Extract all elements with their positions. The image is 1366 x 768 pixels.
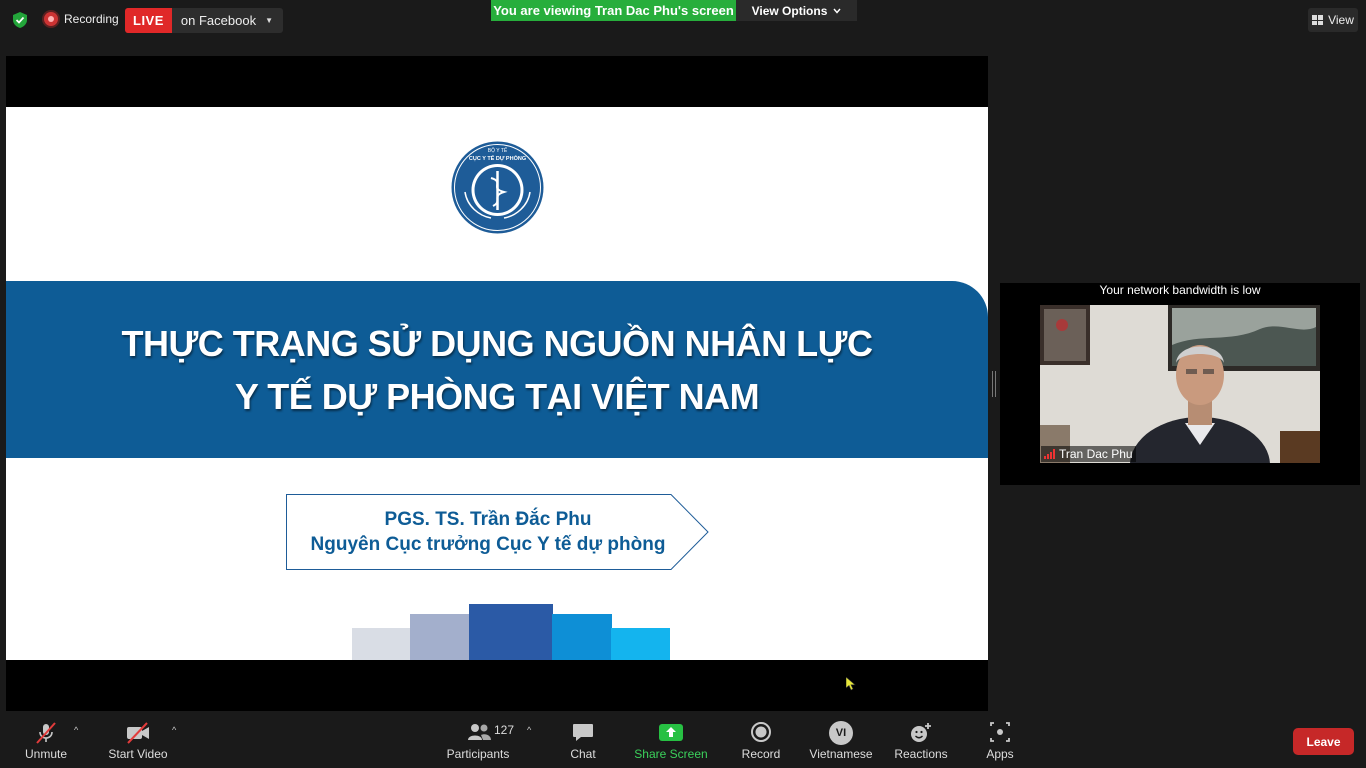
- language-label: Vietnamese: [809, 747, 873, 761]
- apps-label: Apps: [986, 747, 1014, 761]
- presenter-arrow-box: PGS. TS. Trần Đắc Phu Nguyên Cục trưởng …: [286, 494, 710, 570]
- leave-meeting-button[interactable]: Leave: [1293, 728, 1354, 755]
- presenter-title: Nguyên Cục trưởng Cục Y tế dự phòng: [310, 534, 666, 555]
- meeting-toolbar: Unmute ^ Start Video ^ 127 Participants …: [0, 711, 1366, 768]
- participants-icon: [468, 724, 491, 740]
- microphone-muted-icon: [36, 722, 56, 744]
- security-shield-icon[interactable]: [11, 11, 29, 29]
- slide-title-line-1: THỰC TRẠNG SỬ DỤNG NGUỒN NHÂN LỰC: [121, 322, 873, 364]
- share-screen-arrow-icon: [659, 724, 683, 741]
- chat-label: Chat: [570, 747, 596, 761]
- language-code: VI: [835, 727, 847, 739]
- reactions-button[interactable]: Reactions: [892, 711, 950, 768]
- participant-video-panel: Your network bandwidth is low Tran Dac P…: [1000, 283, 1360, 485]
- presentation-slide: BỘ Y TẾ CỤC Y TẾ DỰ PHÒNG THỰC TRẠNG SỬ …: [6, 107, 988, 660]
- participant-video[interactable]: [1040, 305, 1320, 463]
- recording-dot-icon: [44, 12, 58, 26]
- signal-strength-icon: [1044, 449, 1055, 459]
- participants-caret-icon[interactable]: ^: [527, 725, 531, 735]
- record-icon: [751, 722, 771, 742]
- participant-name: Tran Dac Phu: [1059, 447, 1133, 461]
- view-options-label: View Options: [751, 3, 828, 18]
- live-badge: LIVE: [125, 8, 172, 33]
- slide-title-banner: THỰC TRẠNG SỬ DỤNG NGUỒN NHÂN LỰC Y TẾ D…: [6, 281, 988, 458]
- apps-icon: [990, 722, 1010, 742]
- mouse-cursor-icon: [845, 676, 856, 691]
- unmute-button[interactable]: Unmute: [20, 711, 72, 768]
- video-camera-off-icon: [127, 722, 149, 744]
- chevron-down-icon: [833, 8, 841, 14]
- share-screen-label: Share Screen: [634, 747, 708, 761]
- participant-name-tag: Tran Dac Phu: [1041, 446, 1136, 462]
- participants-button[interactable]: 127 Participants: [446, 711, 514, 768]
- recording-indicator[interactable]: Recording: [44, 12, 119, 26]
- share-screen-button[interactable]: Share Screen: [634, 711, 708, 768]
- chat-bubble-icon: [573, 724, 593, 741]
- presenter-name: PGS. TS. Trần Đắc Phu: [384, 509, 592, 530]
- decor-bar-4: [552, 614, 612, 660]
- chat-button[interactable]: Chat: [563, 711, 603, 768]
- reactions-label: Reactions: [894, 747, 948, 761]
- viewing-screen-banner: You are viewing Tran Dac Phu's screen: [491, 0, 736, 21]
- decorative-bars: [352, 604, 672, 660]
- recording-label: Recording: [64, 12, 119, 26]
- audio-options-caret-icon[interactable]: ^: [74, 725, 78, 735]
- department-logo: BỘ Y TẾ CỤC Y TẾ DỰ PHÒNG: [447, 140, 548, 235]
- decor-bar-3: [469, 604, 553, 660]
- live-stream-menu[interactable]: LIVE on Facebook ▼: [125, 8, 283, 33]
- language-globe-icon: VI: [829, 721, 853, 745]
- logo-arc-text: CỤC Y TẾ DỰ PHÒNG: [469, 154, 526, 162]
- bandwidth-notice: Your network bandwidth is low: [1099, 283, 1261, 297]
- shared-screen: BỘ Y TẾ CỤC Y TẾ DỰ PHÒNG THỰC TRẠNG SỬ …: [6, 56, 988, 711]
- slide-title-line-2: Y TẾ DỰ PHÒNG TẠI VIỆT NAM: [234, 375, 760, 417]
- decor-bar-5: [611, 628, 670, 660]
- apps-button[interactable]: Apps: [980, 711, 1020, 768]
- start-video-button[interactable]: Start Video: [106, 711, 170, 768]
- video-options-caret-icon[interactable]: ^: [172, 725, 176, 735]
- logo-top-text: BỘ Y TẾ: [488, 147, 508, 154]
- caret-down-icon: ▼: [265, 16, 273, 25]
- presenter-text: PGS. TS. Trần Đắc Phu Nguyên Cục trưởng …: [286, 494, 690, 570]
- live-destination-wrap: on Facebook ▼: [172, 8, 283, 33]
- emoji-reaction-icon: [911, 723, 931, 742]
- zoom-meeting-window: Recording LIVE on Facebook ▼ You are vie…: [0, 0, 1366, 768]
- grid-view-icon: [1312, 15, 1324, 25]
- language-interpretation-button[interactable]: VI Vietnamese: [806, 711, 876, 768]
- participants-count: 127: [494, 723, 515, 737]
- view-layout-button[interactable]: View: [1308, 8, 1358, 32]
- participants-label: Participants: [446, 747, 510, 761]
- panel-resize-handle[interactable]: [992, 371, 996, 397]
- unmute-label: Unmute: [24, 747, 68, 761]
- live-destination-label: on Facebook: [180, 13, 257, 28]
- view-label: View: [1328, 13, 1354, 27]
- record-label: Record: [741, 747, 781, 761]
- view-options-button[interactable]: View Options: [736, 0, 857, 21]
- start-video-label: Start Video: [108, 747, 168, 761]
- record-button[interactable]: Record: [738, 711, 784, 768]
